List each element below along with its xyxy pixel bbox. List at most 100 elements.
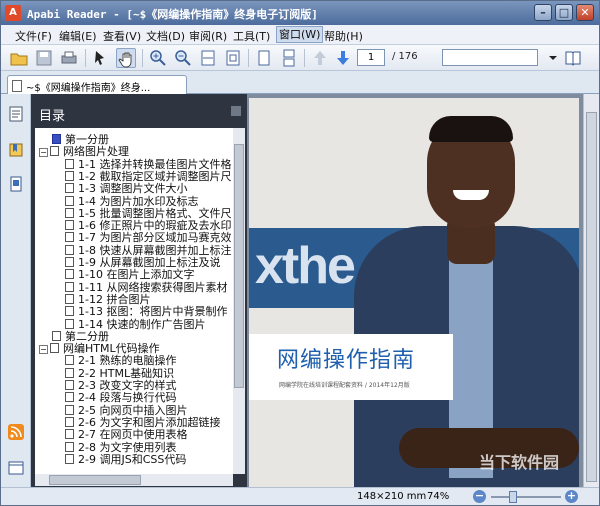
zoom-in-icon[interactable]: + <box>565 490 578 503</box>
scroll-thumb[interactable] <box>234 144 244 388</box>
next-page-button[interactable] <box>333 48 353 68</box>
fit-page-button[interactable] <box>223 48 243 68</box>
toc-item[interactable]: 2-4 段落与换行代码 <box>65 392 176 404</box>
document-tab[interactable]: ~$《网编操作指南》终身... <box>7 75 187 95</box>
cover-title-card: 网编操作指南 网编学院在线培训课程配套资料 / 2014年12月版 <box>249 334 453 400</box>
save-icon <box>36 50 52 66</box>
open-folder-button[interactable] <box>9 48 29 68</box>
page-icon <box>65 158 74 169</box>
chevron-down-icon <box>549 56 557 60</box>
book-icon <box>565 51 581 66</box>
page-number-input[interactable]: 1 <box>357 49 385 66</box>
menu-bar: 文件(F) 编辑(E) 查看(V) 文档(D) 审阅(R) 工具(T) 窗口(W… <box>1 25 599 45</box>
continuous-page-button[interactable] <box>279 48 299 68</box>
window-title: Apabi Reader - [~$《网编操作指南》终身电子订阅版] <box>27 8 318 21</box>
page-icon <box>65 441 74 452</box>
watermark: 当下软件园 <box>479 453 560 472</box>
menu-view[interactable]: 查看(V) <box>103 28 141 44</box>
toc-item[interactable]: 1-13 抠图：将图片中背景制作 <box>65 306 227 318</box>
dropdown-arrow[interactable] <box>543 48 563 68</box>
page-icon <box>50 343 59 354</box>
zoom-out-icon[interactable]: − <box>473 490 486 503</box>
toc-item[interactable]: 1-11 从网络搜索获得图片素材 <box>65 281 227 294</box>
page-icon <box>50 146 59 157</box>
zoom-in-button[interactable] <box>148 48 168 68</box>
collapse-toggle-icon[interactable]: − <box>39 148 48 158</box>
menu-file[interactable]: 文件(F) <box>15 28 52 44</box>
toc-item[interactable]: 1-3 调整图片文件大小 <box>65 183 187 195</box>
menu-help[interactable]: 帮助(H) <box>324 28 363 44</box>
toc-vertical-scrollbar[interactable] <box>233 128 245 474</box>
toc-item[interactable]: 1-4 为图片加水印及标志 <box>65 195 198 208</box>
menu-document[interactable]: 文档(D) <box>146 28 185 44</box>
toolbar-separator <box>248 49 249 67</box>
page-icon <box>65 170 74 181</box>
toc-item[interactable]: 1-7 为图片部分区域加马赛克效 <box>65 232 231 244</box>
collapse-toggle-icon[interactable]: − <box>39 345 48 355</box>
toc-item[interactable]: 2-9 调用JS和CSS代码 <box>65 452 187 466</box>
toc-item[interactable]: 1-5 批量调整图片格式、文件尺 <box>65 206 232 220</box>
select-text-tool[interactable] <box>91 48 111 68</box>
background-sign-text: xthe <box>255 237 356 295</box>
zoom-out-button[interactable] <box>173 48 193 68</box>
toc-item[interactable]: 2-2 HTML基础知识 <box>65 367 174 380</box>
toc-item[interactable]: 1-1 选择并转换最佳图片文件格 <box>65 158 231 171</box>
rss-button[interactable] <box>8 424 24 440</box>
menu-tools[interactable]: 工具(T) <box>233 28 270 44</box>
toc-item[interactable]: 2-7 在网页中使用表格 <box>65 429 187 441</box>
menu-review[interactable]: 审阅(R) <box>189 28 227 44</box>
minimize-button[interactable]: – <box>534 4 552 21</box>
zoom-in-icon <box>150 50 166 66</box>
toc-item-label: 1-7 为图片部分区域加马赛克效 <box>78 231 232 245</box>
toc-item[interactable]: − 网络图片处理 <box>39 146 129 158</box>
toc-item[interactable]: 2-5 向网页中插入图片 <box>65 404 187 417</box>
layout-button[interactable] <box>8 460 24 476</box>
book-view-button[interactable] <box>563 48 583 68</box>
toc-panel-button[interactable] <box>8 106 24 122</box>
document-page[interactable]: xthe 网编操作指南 网编学院在线培训课程配套资料 / 2014年12月版 <box>249 98 579 487</box>
viewer-vertical-scrollbar[interactable] <box>583 94 599 487</box>
scroll-thumb[interactable] <box>49 475 141 485</box>
toc-item-label: 1-5 批量调整图片格式、文件尺 <box>78 206 232 220</box>
zoom-level: 74% <box>427 491 450 502</box>
page-icon <box>65 453 74 464</box>
toc-item-label: 2-9 调用JS和CSS代码 <box>78 452 187 466</box>
bookmark-icon <box>9 143 23 157</box>
zoom-slider-track[interactable] <box>491 496 561 498</box>
toc-item[interactable]: 2-8 为文字使用列表 <box>65 441 176 454</box>
menu-edit[interactable]: 编辑(E) <box>59 28 97 44</box>
zoom-slider-handle[interactable] <box>509 491 517 503</box>
toc-item[interactable]: 1-10 在图片上添加文字 <box>65 269 194 281</box>
collapse-panel-icon[interactable] <box>231 106 241 116</box>
page-icon <box>65 429 74 440</box>
hand-tool[interactable] <box>116 48 136 68</box>
toc-item[interactable]: 2-1 熟练的电脑操作 <box>65 355 176 367</box>
document-viewer: xthe 网编操作指南 网编学院在线培训课程配套资料 / 2014年12月版 <box>247 94 599 487</box>
save-button[interactable] <box>34 48 54 68</box>
toc-item[interactable]: 第二分册 <box>39 329 109 343</box>
toc-horizontal-scrollbar[interactable] <box>35 474 233 486</box>
page-icon <box>52 330 61 341</box>
page-icon <box>65 293 74 304</box>
close-button[interactable]: ✕ <box>576 4 594 21</box>
print-button[interactable] <box>59 48 79 68</box>
page-icon <box>65 207 74 218</box>
fit-width-icon <box>201 50 215 66</box>
toc-item-label: 第二分册 <box>65 329 109 343</box>
toc-item[interactable]: 1-8 快速从屏幕截图并加上标注 <box>65 244 231 257</box>
single-page-button[interactable] <box>254 48 274 68</box>
cover-title: 网编操作指南 <box>277 348 416 373</box>
thumbnails-panel-button[interactable] <box>8 176 24 192</box>
hand-icon <box>118 52 132 68</box>
page-icon <box>9 106 23 122</box>
toc-item[interactable]: 1-14 快速的制作广告图片 <box>65 318 205 331</box>
fit-width-button[interactable] <box>198 48 218 68</box>
menu-window[interactable]: 窗口(W) <box>276 26 324 43</box>
search-input[interactable] <box>442 49 538 66</box>
scroll-thumb[interactable] <box>586 112 597 482</box>
page-icon <box>65 244 74 255</box>
arrow-up-icon <box>314 51 326 65</box>
previous-page-button[interactable] <box>310 48 330 68</box>
maximize-button[interactable]: □ <box>555 4 573 21</box>
bookmarks-panel-button[interactable] <box>8 142 24 158</box>
